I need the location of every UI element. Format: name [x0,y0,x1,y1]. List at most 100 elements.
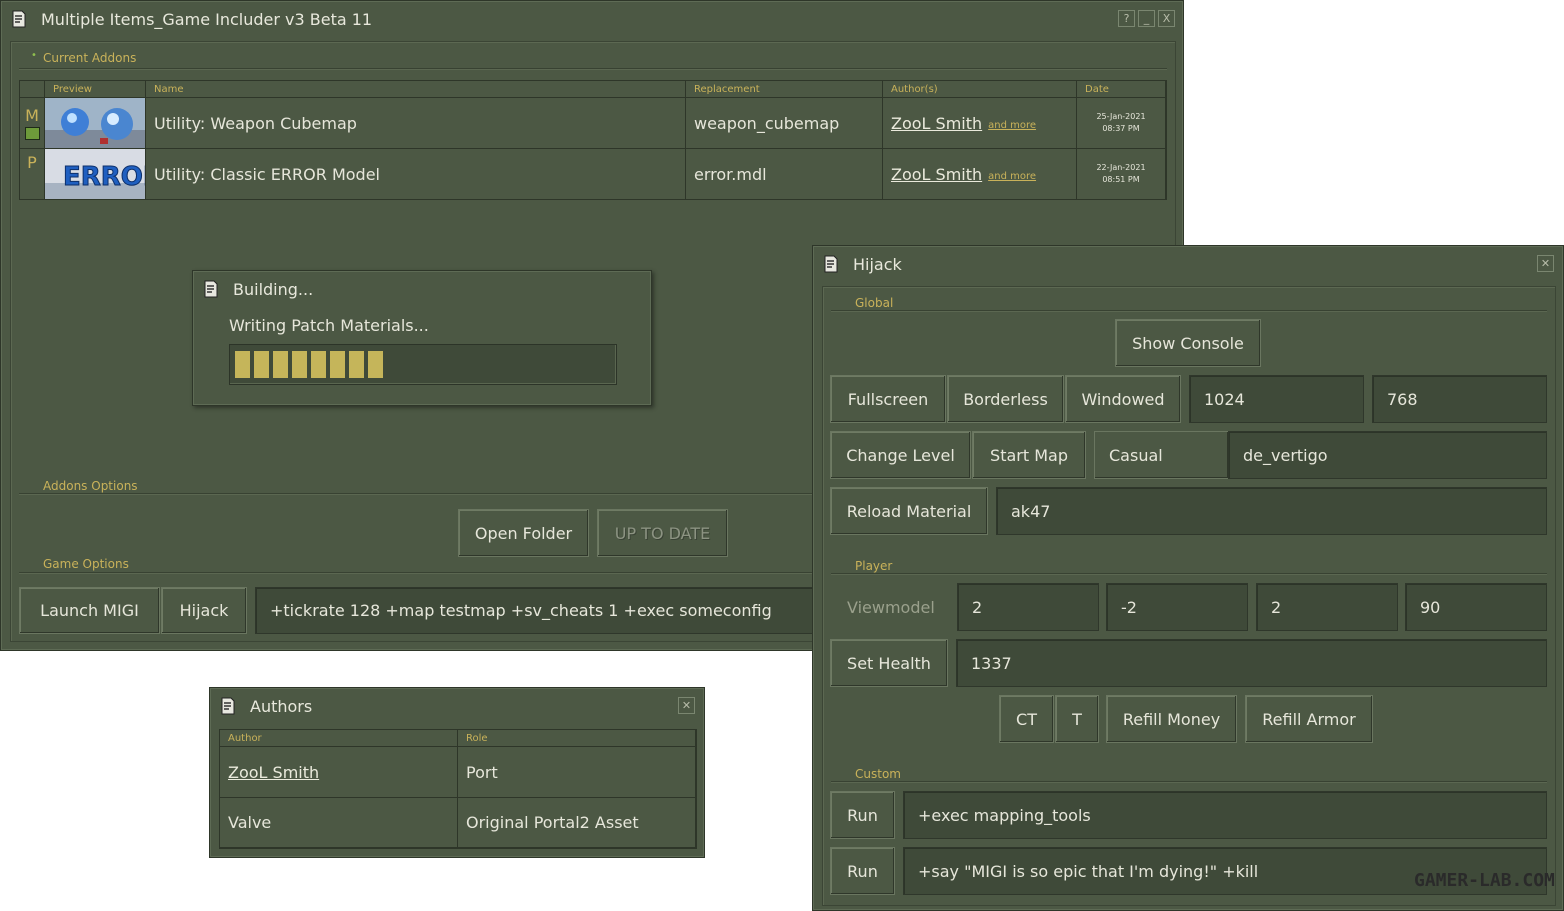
viewmodel-z-input[interactable]: 2 [1256,583,1398,631]
section-divider [19,68,1167,69]
help-button[interactable]: ? [1118,10,1135,27]
author-link[interactable]: ZooL Smith [891,114,982,133]
custom-label: Custom [855,767,901,781]
building-dialog: Building... Writing Patch Materials... [192,270,652,406]
launch-args-input[interactable]: +tickrate 128 +map testmap +sv_cheats 1 … [255,587,815,634]
addon-name[interactable]: Utility: Classic ERROR Model [146,149,686,200]
col-author[interactable]: Author [220,730,458,747]
building-titlebar[interactable]: Building... [193,271,651,307]
run-button[interactable]: Run [830,791,895,839]
col-authors[interactable]: Author(s) [883,81,1077,98]
addon-author: ZooL Smith and more [883,149,1077,200]
custom-command-input[interactable]: +exec mapping_tools [903,791,1547,839]
addon-date: 22-Jan-2021 08:51 PM [1077,149,1166,200]
addon-date: 25-Jan-2021 08:37 PM [1077,98,1166,149]
windowed-button[interactable]: Windowed [1065,375,1181,423]
and-more-link[interactable]: and more [988,120,1036,131]
main-titlebar[interactable]: Multiple Items_Game Includer v3 Beta 11 [1,1,1183,37]
col-role[interactable]: Role [458,730,696,747]
run-button[interactable]: Run [830,847,895,895]
puzzle-icon [24,127,40,140]
progress-segment [254,351,269,378]
addon-replacement[interactable]: error.mdl [686,149,883,200]
t-button[interactable]: T [1055,695,1099,743]
addon-author: ZooL Smith and more [883,98,1077,149]
health-input[interactable]: 1337 [956,639,1547,687]
role-cell: Port [458,747,696,798]
author-cell: Valve [220,798,458,848]
col-name[interactable]: Name [146,81,686,98]
refill-armor-button[interactable]: Refill Armor [1245,695,1373,743]
open-folder-button[interactable]: Open Folder [458,509,589,557]
fullscreen-button[interactable]: Fullscreen [830,375,946,423]
col-preview[interactable]: Preview [45,81,146,98]
watermark: GAMER-LAB.COM [1414,870,1555,891]
section-divider [19,493,814,494]
game-mode-select[interactable]: Casual [1094,431,1229,479]
reload-material-button[interactable]: Reload Material [830,487,988,535]
width-input[interactable]: 1024 [1189,375,1364,423]
time-text: 08:51 PM [1102,175,1140,184]
material-input[interactable]: ak47 [996,487,1547,535]
section-divider [19,572,814,573]
author-link[interactable]: ZooL Smith [228,763,319,782]
viewmodel-y-input[interactable]: -2 [1106,583,1248,631]
show-console-button[interactable]: Show Console [1115,319,1261,367]
progress-segment [292,351,307,378]
progress-segment [273,351,288,378]
set-health-button[interactable]: Set Health [830,639,948,687]
map-input[interactable]: de_vertigo [1228,431,1547,479]
app-icon [220,697,236,715]
main-title: Multiple Items_Game Includer v3 Beta 11 [41,9,373,29]
close-button[interactable]: X [1158,10,1175,27]
svg-text:ERROR: ERROR [63,162,145,192]
change-level-button[interactable]: Change Level [830,431,971,479]
launch-button[interactable]: Launch MIGI [19,587,160,634]
and-more-link[interactable]: and more [988,171,1036,182]
role-cell: Original Portal2 Asset [458,798,696,848]
hijack-button[interactable]: Hijack [161,587,247,634]
progress-segment [330,351,345,378]
section-divider [831,310,1547,311]
addons-table: Preview Name Replacement Author(s) Date … [19,80,1167,200]
borderless-button[interactable]: Borderless [947,375,1064,423]
close-button[interactable]: ✕ [1537,255,1554,272]
minimize-button[interactable]: _ [1138,10,1155,27]
authors-titlebar[interactable]: Authors [210,688,704,724]
preview-image: ERROR [45,149,146,200]
authors-table: Author Role ZooL Smith Port Valve Origin… [219,729,697,849]
progress-bar [229,344,617,385]
date-text: 22-Jan-2021 [1096,163,1146,172]
table-row-flag: P [20,149,45,200]
building-status: Writing Patch Materials... [229,316,429,335]
progress-segment [368,351,383,378]
global-label: Global [855,296,894,310]
section-divider [831,781,1547,782]
current-addons-label: Current Addons [43,51,137,65]
col-date[interactable]: Date [1077,81,1166,98]
close-button[interactable]: ✕ [678,697,695,714]
game-options-label: Game Options [43,557,129,571]
app-icon [823,255,839,273]
addon-replacement[interactable]: weapon_cubemap [686,98,883,149]
viewmodel-x-input[interactable]: 2 [957,583,1099,631]
addon-name[interactable]: Utility: Weapon Cubemap [146,98,686,149]
ct-button[interactable]: CT [999,695,1054,743]
hijack-titlebar[interactable]: Hijack [813,246,1563,282]
progress-segment [349,351,364,378]
start-map-button[interactable]: Start Map [972,431,1086,479]
author-link[interactable]: ZooL Smith [891,165,982,184]
flag-m: M [25,106,39,125]
viewmodel-fov-input[interactable]: 90 [1405,583,1547,631]
col-replacement[interactable]: Replacement [686,81,883,98]
player-label: Player [855,559,893,573]
bullet-icon: • [31,50,37,61]
refill-money-button[interactable]: Refill Money [1106,695,1237,743]
author-cell: ZooL Smith [220,747,458,798]
up-to-date-button[interactable]: UP TO DATE [597,509,728,557]
addons-options-label: Addons Options [43,479,138,493]
time-text: 08:37 PM [1102,124,1140,133]
flag-p: P [27,153,37,172]
height-input[interactable]: 768 [1372,375,1547,423]
viewmodel-label: Viewmodel [847,597,935,617]
